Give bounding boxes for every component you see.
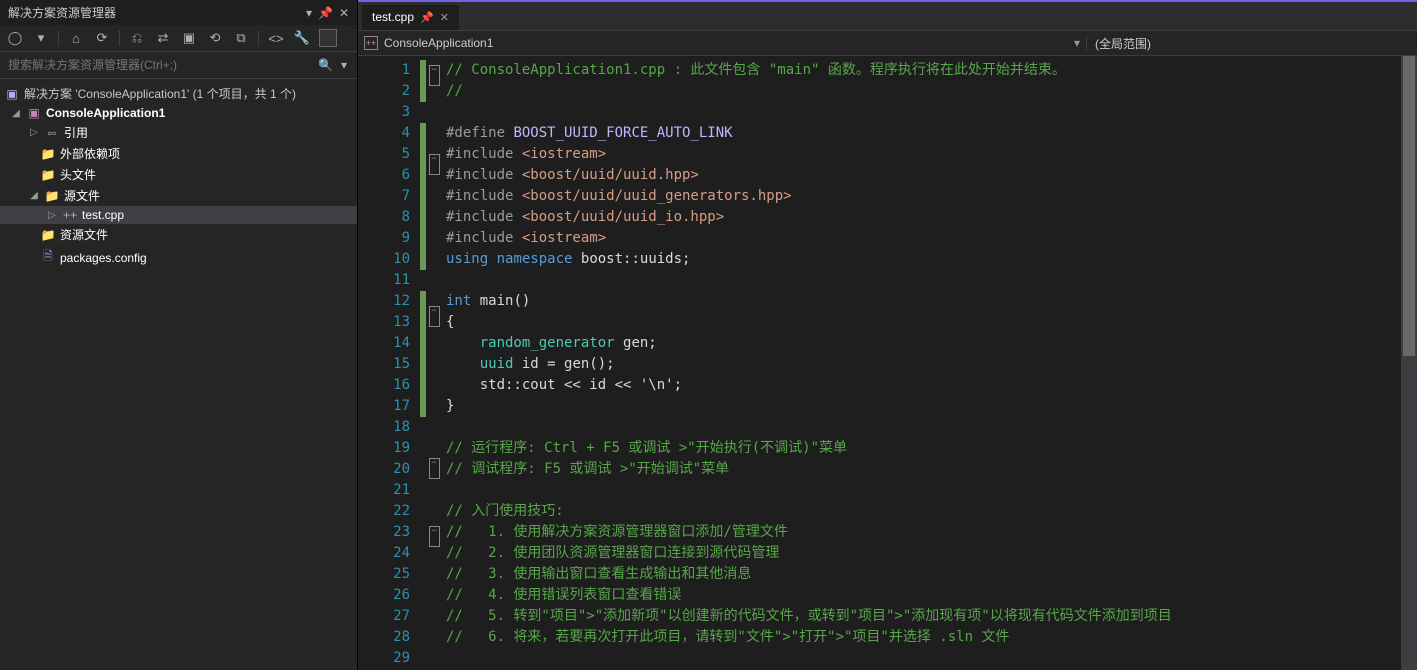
fold-toggle-icon[interactable]: − bbox=[429, 65, 440, 86]
fold-toggle-icon[interactable]: − bbox=[429, 526, 440, 547]
solution-node[interactable]: ▣ 解决方案 'ConsoleApplication1' (1 个项目，共 1 … bbox=[0, 83, 357, 104]
folder-icon: 📁 bbox=[44, 189, 60, 203]
project-scope-selector[interactable]: ++ ConsoleApplication1 ▾ bbox=[358, 36, 1087, 50]
tab-test-cpp[interactable]: test.cpp 📌 ✕ bbox=[362, 5, 459, 30]
chevron-down-icon: ▾ bbox=[1074, 36, 1080, 50]
close-icon[interactable]: ✕ bbox=[440, 11, 449, 24]
file-node-test-cpp[interactable]: ▷ ++ test.cpp bbox=[0, 206, 357, 224]
source-folder-node[interactable]: ◢ 📁 源文件 bbox=[0, 185, 357, 206]
scope-label: (全局范围) bbox=[1095, 37, 1151, 51]
project-icon: ▣ bbox=[26, 106, 42, 120]
fold-toggle-icon[interactable]: − bbox=[429, 306, 440, 327]
pin-icon[interactable]: 📌 bbox=[318, 6, 333, 20]
filter-icon[interactable]: ⇄ bbox=[154, 29, 172, 47]
vertical-scrollbar[interactable] bbox=[1401, 56, 1417, 670]
external-deps-node[interactable]: 📁 外部依赖项 bbox=[0, 143, 357, 164]
back-icon[interactable]: ◯ bbox=[6, 29, 24, 47]
sync-icon[interactable]: ⟳ bbox=[93, 29, 111, 47]
editor-area: test.cpp 📌 ✕ ++ ConsoleApplication1 ▾ (全… bbox=[358, 0, 1417, 670]
code-editor[interactable]: 1234567891011121314151617181920212223242… bbox=[358, 56, 1417, 670]
chevron-right-icon[interactable]: ▷ bbox=[46, 210, 58, 221]
scroll-thumb[interactable] bbox=[1403, 56, 1415, 356]
panel-title: 解决方案资源管理器 bbox=[8, 4, 116, 21]
properties-icon[interactable] bbox=[319, 29, 337, 47]
search-input[interactable] bbox=[6, 54, 314, 76]
code-icon[interactable]: <> bbox=[267, 29, 285, 47]
solution-explorer-panel: 解决方案资源管理器 ▾ 📌 ✕ ◯ ▾ ⌂ ⟳ ⎌ ⇄ ▣ ⟲ ⧉ <> 🔧 🔍… bbox=[0, 0, 358, 670]
search-row: 🔍 ▾ bbox=[0, 52, 357, 79]
navigation-bar: ++ ConsoleApplication1 ▾ (全局范围) bbox=[358, 30, 1417, 56]
fold-column: − − − − − bbox=[426, 56, 442, 670]
scope-label: ConsoleApplication1 bbox=[384, 36, 493, 50]
refresh2-icon[interactable]: ⟲ bbox=[206, 29, 224, 47]
cpp-file-icon: ++ bbox=[62, 208, 78, 222]
home-icon[interactable]: ⌂ bbox=[67, 29, 85, 47]
fold-toggle-icon[interactable]: − bbox=[429, 458, 440, 479]
chevron-right-icon[interactable]: ▷ bbox=[28, 127, 40, 138]
references-node[interactable]: ▷ ▫▫ 引用 bbox=[0, 122, 357, 143]
panel-header[interactable]: 解决方案资源管理器 ▾ 📌 ✕ bbox=[0, 0, 357, 25]
resources-folder-node[interactable]: 📁 资源文件 bbox=[0, 224, 357, 245]
code-text[interactable]: // ConsoleApplication1.cpp : 此文件包含 "main… bbox=[442, 56, 1417, 670]
packages-config-node[interactable]: 🗎 packages.config bbox=[0, 245, 357, 270]
tab-label: test.cpp bbox=[372, 10, 414, 24]
separator bbox=[119, 30, 120, 46]
dropdown-icon[interactable]: ▾ bbox=[306, 6, 312, 20]
chevron-down-icon[interactable]: ◢ bbox=[28, 190, 40, 201]
references-icon: ▫▫ bbox=[44, 126, 60, 140]
chevron-down-icon[interactable]: ◢ bbox=[10, 108, 22, 119]
pin-icon[interactable]: 📌 bbox=[420, 11, 434, 24]
solution-icon: ▣ bbox=[4, 87, 20, 101]
show-all-icon[interactable]: ▣ bbox=[180, 29, 198, 47]
wrench-icon[interactable]: 🔧 bbox=[293, 29, 311, 47]
collapse-icon[interactable]: ⧉ bbox=[232, 29, 250, 47]
separator bbox=[258, 30, 259, 46]
config-file-icon: 🗎 bbox=[40, 247, 56, 268]
line-number-gutter: 1234567891011121314151617181920212223242… bbox=[358, 56, 420, 670]
headers-folder-node[interactable]: 📁 头文件 bbox=[0, 164, 357, 185]
folder-icon: 📁 bbox=[40, 168, 56, 182]
cpp-project-icon: ++ bbox=[364, 36, 378, 50]
search-icon[interactable]: 🔍 bbox=[314, 58, 337, 72]
search-dropdown-icon[interactable]: ▾ bbox=[337, 58, 351, 72]
folder-icon: 📁 bbox=[40, 147, 56, 161]
solution-tree: ▣ 解决方案 'ConsoleApplication1' (1 个项目，共 1 … bbox=[0, 79, 357, 274]
folder-icon: 📁 bbox=[40, 228, 56, 242]
panel-header-buttons: ▾ 📌 ✕ bbox=[306, 6, 349, 20]
separator bbox=[58, 30, 59, 46]
project-node[interactable]: ◢ ▣ ConsoleApplication1 bbox=[0, 104, 357, 122]
fold-toggle-icon[interactable]: − bbox=[429, 154, 440, 175]
panel-toolbar: ◯ ▾ ⌂ ⟳ ⎌ ⇄ ▣ ⟲ ⧉ <> 🔧 bbox=[0, 25, 357, 52]
close-icon[interactable]: ✕ bbox=[339, 6, 349, 20]
member-scope-selector[interactable]: (全局范围) bbox=[1087, 35, 1417, 52]
tab-bar: test.cpp 📌 ✕ bbox=[358, 2, 1417, 30]
branch-icon[interactable]: ⎌ bbox=[128, 29, 146, 47]
forward-icon[interactable]: ▾ bbox=[32, 29, 50, 47]
